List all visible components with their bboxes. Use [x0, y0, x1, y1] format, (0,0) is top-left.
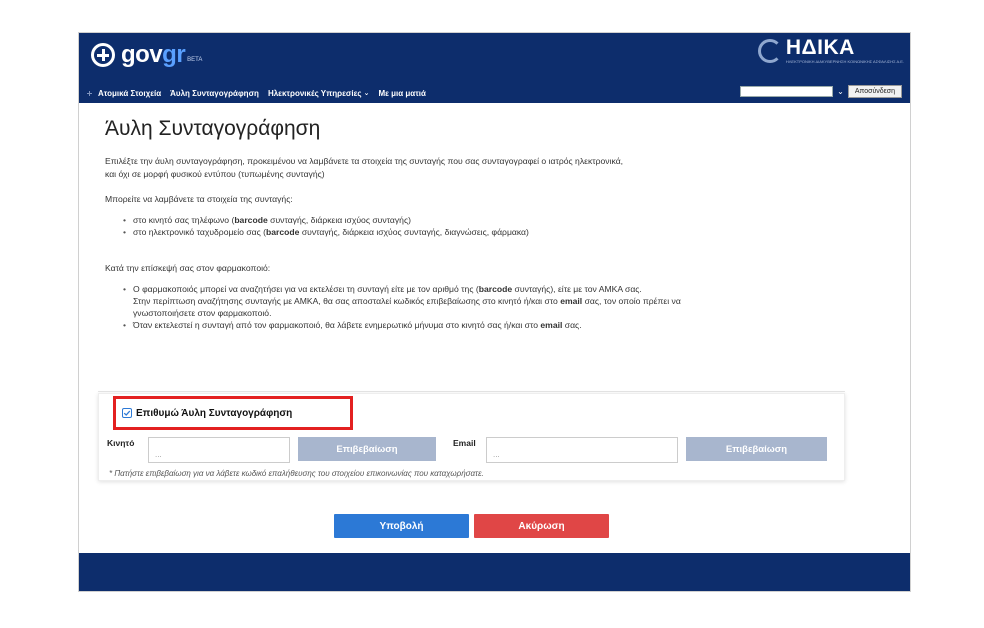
user-select[interactable] — [740, 86, 834, 97]
home-cross-icon[interactable] — [87, 90, 92, 96]
app-window: govgr BETA ΗΔΙΚΑ ΗΛΕΚΤΡΟΝΙΚΗ ΔΙΑΚΥΒΕΡΝΗΣ… — [78, 32, 911, 592]
nav-item-at-a-glance[interactable]: Με μια ματιά — [378, 89, 425, 98]
checkbox-label[interactable]: Επιθυμώ Άυλη Συνταγογράφηση — [136, 408, 292, 419]
main-nav: Ατομικά Στοιχεία Άυλη Συνταγογράφηση Ηλε… — [79, 85, 435, 101]
list-item-continuation: Στην περίπτωση αναζήτησης συνταγής με ΑΜ… — [133, 296, 681, 306]
pharmacist-section: Κατά την επίσκεψή σας στον φαρμακοποιό: … — [105, 262, 845, 331]
nav-item-e-services-label: Ηλεκτρονικές Υπηρεσίες — [267, 88, 362, 98]
e-prescription-form: Επιθυμώ Άυλη Συνταγογράφηση Κινητό ... Ε… — [98, 393, 845, 481]
email-input[interactable]: ... — [486, 437, 678, 463]
nav-item-e-services[interactable]: Ηλεκτρονικές Υπηρεσίες ⌄ — [268, 89, 370, 98]
list-item: στο κινητό σας τηλέφωνο (barcode συνταγή… — [123, 214, 845, 226]
nav-item-e-prescription[interactable]: Άυλη Συνταγογράφηση — [170, 89, 259, 98]
checkmark-icon — [123, 410, 131, 416]
chevron-down-icon: ⌄ — [363, 90, 370, 97]
intro-line-1: Επιλέξτε την άυλη συνταγογράφηση, προκει… — [105, 156, 624, 166]
receive-section: Μπορείτε να λαμβάνετε τα στοιχεία της συ… — [105, 193, 845, 238]
user-area: ⌄ Αποσύνδεση — [740, 85, 902, 98]
submit-button[interactable]: Υποβολή — [334, 514, 469, 538]
greek-emblem-icon — [91, 43, 115, 67]
cancel-button[interactable]: Ακύρωση — [474, 514, 609, 538]
logout-button[interactable]: Αποσύνδεση — [847, 85, 902, 98]
mobile-input[interactable]: ... — [148, 437, 290, 463]
receive-title: Μπορείτε να λαμβάνετε τα στοιχεία της συ… — [105, 194, 293, 204]
footer — [79, 553, 910, 591]
idika-logo: ΗΔΙΚΑ ΗΛΕΚΤΡΟΝΙΚΗ ΔΙΑΚΥΒΕΡΝΗΣΗ ΚΟΙΝΩΝΙΚΗ… — [757, 36, 904, 64]
confirm-mobile-button[interactable]: Επιβεβαίωση — [298, 437, 436, 461]
confirm-email-button[interactable]: Επιβεβαίωση — [686, 437, 827, 461]
section-divider — [98, 391, 845, 392]
pharmacist-title: Κατά την επίσκεψή σας στον φαρμακοποιό: — [105, 263, 271, 273]
list-item: στο ηλεκτρονικό ταχυδρομείο σας (barcode… — [123, 226, 845, 238]
chevron-down-icon[interactable]: ⌄ — [837, 87, 844, 96]
list-item-continuation: γνωστοποιήσετε στον φαρμακοποιό. — [133, 308, 272, 318]
idika-name: ΗΔΙΚΑ — [785, 36, 855, 59]
email-label: Email — [453, 438, 476, 448]
logo-beta-tag: BETA — [187, 57, 203, 63]
intro-text: Επιλέξτε την άυλη συνταγογράφηση, προκει… — [105, 155, 845, 181]
highlight-box: Επιθυμώ Άυλη Συνταγογράφηση — [113, 396, 353, 430]
hint-text: * Πατήστε επιβεβαίωση για να λάβετε κωδι… — [109, 469, 484, 478]
main-content: Άυλη Συνταγογράφηση Επιλέξτε την άυλη συ… — [98, 117, 845, 331]
idika-circle-icon — [757, 38, 782, 63]
nav-item-personal-info[interactable]: Ατομικά Στοιχεία — [98, 89, 161, 98]
list-item: Ο φαρμακοποιός μπορεί να αναζητήσει για … — [123, 283, 845, 295]
e-prescription-checkbox[interactable] — [122, 408, 132, 418]
page-title: Άυλη Συνταγογράφηση — [105, 117, 321, 140]
idika-subtitle: ΗΛΕΚΤΡΟΝΙΚΗ ΔΙΑΚΥΒΕΡΝΗΣΗ ΚΟΙΝΩΝΙΚΗΣ ΑΣΦΑ… — [785, 59, 904, 64]
logo-accent-text: gr — [162, 41, 186, 68]
logo-main-text: gov — [121, 41, 163, 68]
top-header: govgr BETA ΗΔΙΚΑ ΗΛΕΚΤΡΟΝΙΚΗ ΔΙΑΚΥΒΕΡΝΗΣ… — [79, 33, 910, 103]
list-item: Όταν εκτελεστεί η συνταγή από τον φαρμακ… — [123, 319, 845, 331]
intro-line-2: και όχι σε μορφή φυσικού εντύπου (τυπωμέ… — [105, 169, 325, 179]
govgr-logo[interactable]: govgr BETA — [91, 41, 202, 69]
mobile-label: Κινητό — [107, 438, 135, 448]
